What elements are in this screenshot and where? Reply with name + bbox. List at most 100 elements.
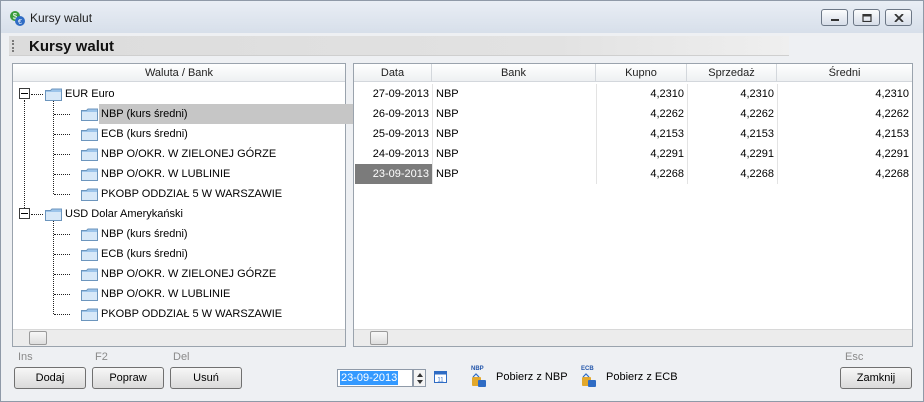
tree-connector — [54, 274, 70, 275]
tree-scroll-thumb[interactable] — [29, 331, 47, 345]
folder-icon — [81, 188, 98, 201]
grid-cell-bank: NBP — [433, 164, 597, 184]
spin-down-icon[interactable] — [417, 380, 423, 384]
grid-header-buy[interactable]: Kupno — [596, 64, 687, 82]
folder-icon — [81, 128, 98, 141]
tree-item[interactable]: NBP O/OKR. W LUBLINIE — [13, 164, 345, 184]
grid-header-avg[interactable]: Średni — [777, 64, 912, 82]
folder-icon — [81, 148, 98, 161]
table-row[interactable]: 27-09-2013 NBP 4,2310 4,2310 4,2310 — [355, 84, 912, 104]
folder-icon — [45, 208, 62, 221]
tree-item[interactable]: NBP (kurs średni) — [13, 224, 345, 244]
spin-up-icon[interactable] — [417, 373, 423, 377]
calendar-icon[interactable]: 11 — [434, 371, 447, 383]
add-button[interactable]: Dodaj — [14, 367, 86, 389]
grid-header-date[interactable]: Data — [354, 64, 432, 82]
grid-cell-buy: 4,2268 — [597, 164, 688, 184]
grid-cell-sell: 4,2262 — [688, 104, 778, 124]
grid-cell-sell: 4,2153 — [688, 124, 778, 144]
grid-horizontal-scrollbar[interactable] — [354, 329, 912, 346]
grid-cell-date: 25-09-2013 — [355, 124, 433, 144]
tree-item-label: NBP O/OKR. W LUBLINIE — [101, 288, 231, 300]
svg-text:€: € — [18, 19, 22, 26]
date-value: 23-09-2013 — [340, 371, 399, 385]
grid-cell-buy: 4,2291 — [597, 144, 688, 164]
grid-header-sell[interactable]: Sprzedaż — [687, 64, 777, 82]
grid-cell-buy: 4,2310 — [597, 84, 688, 104]
tree-item[interactable]: NBP (kurs średni) — [13, 104, 356, 124]
maximize-button[interactable] — [853, 9, 880, 26]
date-spinner[interactable] — [413, 369, 426, 387]
tree-item-label: NBP O/OKR. W ZIELONEJ GÓRZE — [101, 148, 277, 160]
delete-key-hint: Del — [173, 351, 190, 363]
tree-connector — [54, 154, 70, 155]
page-title: Kursy walut — [29, 38, 115, 55]
folder-icon — [81, 248, 98, 261]
calendar-day: 11 — [437, 378, 444, 384]
grid-cell-sell: 4,2268 — [688, 164, 778, 184]
add-key-hint: Ins — [18, 351, 33, 363]
tree-group[interactable]: EUR Euro — [13, 84, 345, 104]
grid-cell-avg: 4,2153 — [875, 128, 909, 140]
rates-grid-panel[interactable]: Data Bank Kupno Sprzedaż Średni 27-09-20… — [353, 63, 913, 347]
tree-item[interactable]: ECB (kurs średni) — [13, 124, 345, 144]
ecb-tag: ECB — [581, 366, 594, 372]
delete-button[interactable]: Usuń — [170, 367, 242, 389]
tree-item-label: ECB (kurs średni) — [101, 128, 188, 140]
tree-item-label: ECB (kurs średni) — [101, 248, 188, 260]
grid-cell-sell: 4,2291 — [688, 144, 778, 164]
tree-item-label: NBP (kurs średni) — [99, 104, 356, 124]
grid-cell-avg: 4,2262 — [875, 108, 909, 120]
minimize-button[interactable] — [821, 9, 848, 26]
main-window: $ € Kursy walut Kursy walut Waluta / Ban… — [0, 0, 924, 402]
tree-connector — [31, 94, 43, 95]
date-field[interactable]: 23-09-2013 — [337, 369, 413, 387]
grid-cell-buy: 4,2262 — [597, 104, 688, 124]
tree-item-label: NBP O/OKR. W ZIELONEJ GÓRZE — [101, 268, 277, 280]
tree-item-label: NBP (kurs średni) — [101, 228, 188, 240]
folder-icon — [81, 108, 98, 121]
fetch-nbp-label: Pobierz z NBP — [496, 371, 568, 383]
fetch-nbp-action[interactable]: NBP Pobierz z NBP — [470, 366, 570, 388]
grid-cell-date: 26-09-2013 — [355, 104, 433, 124]
tree-item[interactable]: NBP O/OKR. W LUBLINIE — [13, 284, 345, 304]
collapse-icon[interactable] — [19, 208, 30, 219]
folder-icon — [81, 168, 98, 181]
close-button[interactable]: Zamknij — [840, 367, 912, 389]
tree-item[interactable]: NBP O/OKR. W ZIELONEJ GÓRZE — [13, 264, 345, 284]
grid-header-bank[interactable]: Bank — [432, 64, 596, 82]
grid-cell-date: 27-09-2013 — [355, 84, 433, 104]
minimize-icon — [830, 18, 839, 21]
collapse-icon[interactable] — [19, 88, 30, 99]
tree-item[interactable]: ECB (kurs średni) — [13, 244, 345, 264]
grid-cell-sell: 4,2310 — [688, 84, 778, 104]
tree-item[interactable]: PKOBP ODDZIAŁ 5 W WARSZAWIE — [13, 184, 345, 204]
tree-item[interactable]: NBP O/OKR. W ZIELONEJ GÓRZE — [13, 144, 345, 164]
title-bar[interactable]: $ € Kursy walut — [1, 1, 923, 33]
close-window-button[interactable] — [885, 9, 912, 26]
tree-group-label: EUR Euro — [65, 88, 115, 100]
folder-icon — [45, 88, 62, 101]
close-icon — [893, 13, 904, 22]
tree-item-label: PKOBP ODDZIAŁ 5 W WARSZAWIE — [101, 308, 283, 320]
tree-horizontal-scrollbar[interactable] — [13, 329, 345, 346]
fetch-ecb-action[interactable]: ECB Pobierz z ECB — [580, 366, 680, 388]
tree-connector — [54, 174, 70, 175]
tree-item[interactable]: PKOBP ODDZIAŁ 5 W WARSZAWIE — [13, 304, 345, 324]
table-row[interactable]: 23-09-2013 NBP 4,2268 4,2268 4,2268 — [355, 164, 912, 184]
grid-cell-bank: NBP — [433, 124, 597, 144]
table-row[interactable]: 24-09-2013 NBP 4,2291 4,2291 4,2291 — [355, 144, 912, 164]
grid-cell-avg: 4,2268 — [875, 168, 909, 180]
currency-tree-panel[interactable]: Waluta / Bank EUR Euro NBP (kurs średni) E… — [12, 63, 356, 347]
toolbar-grip[interactable] — [12, 40, 15, 52]
tree-column-header[interactable]: Waluta / Bank — [13, 64, 345, 82]
table-row[interactable]: 26-09-2013 NBP 4,2262 4,2262 4,2262 — [355, 104, 912, 124]
edit-button[interactable]: Popraw — [92, 367, 164, 389]
tree-group[interactable]: USD Dolar Amerykański — [13, 204, 345, 224]
folder-icon — [81, 288, 98, 301]
tree-connector — [54, 254, 70, 255]
app-currency-icon: $ € — [10, 11, 25, 26]
table-row[interactable]: 25-09-2013 NBP 4,2153 4,2153 4,2153 — [355, 124, 912, 144]
grid-cell-avg: 4,2291 — [875, 148, 909, 160]
grid-scroll-thumb[interactable] — [370, 331, 388, 345]
